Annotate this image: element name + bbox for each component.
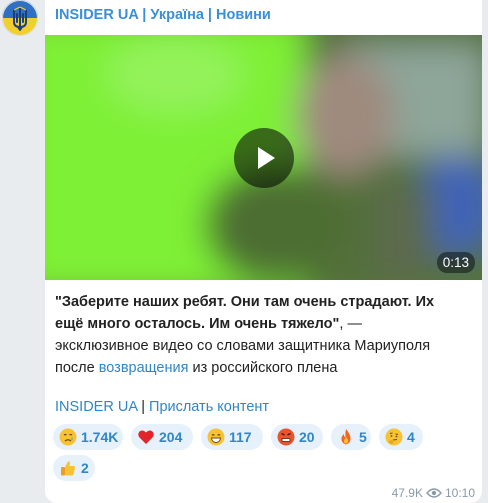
message-bubble: INSIDER UA | Україна | Новини 0:13 "Забе… [45,0,482,503]
reaction-angry[interactable]: 20 [271,424,323,450]
reaction-count: 20 [299,429,315,445]
reaction-count: 1.74K [81,429,119,445]
view-count: 47.9K [391,486,423,500]
reaction-count: 5 [359,429,367,445]
reaction-thinking[interactable]: 4 [379,424,423,450]
reaction-thumbs-up[interactable]: 2 [53,455,95,481]
grinning-face-icon [207,428,225,446]
caption-quote: "Заберите наших ребят. Они там очень стр… [55,294,435,332]
trident-flag-icon [2,0,38,36]
message-meta: 47.9K 10:10 [392,486,475,500]
link-separator: | [137,399,150,415]
angry-face-icon [277,428,295,446]
play-button[interactable] [234,128,294,188]
red-heart-icon [138,430,154,444]
reaction-heart[interactable]: 204 [131,424,193,450]
channel-name[interactable]: INSIDER UA | Україна | Новини [55,7,271,23]
submit-content-link[interactable]: Прислать контент [149,399,269,415]
reaction-fire[interactable]: 5 [331,424,371,450]
crying-face-icon [59,428,77,446]
message-time: 10:10 [444,486,475,500]
video-duration: 0:13 [436,252,475,273]
return-link[interactable]: возвращения [99,360,189,376]
play-icon [258,147,275,169]
video-player[interactable]: 0:13 [45,35,482,280]
reaction-count: 204 [159,429,183,445]
channel-link[interactable]: INSIDER UA [55,399,137,415]
reaction-count: 2 [81,460,89,476]
thinking-face-icon [385,428,403,446]
eye-icon [426,488,442,498]
fire-icon [341,429,351,445]
caption-text-end: из российского плена [188,360,338,376]
reaction-grinning[interactable]: 117 [201,424,263,450]
channel-avatar[interactable] [2,0,38,36]
footer-links: INSIDER UA | Прислать контент [55,397,269,417]
reaction-crying[interactable]: 1.74K [53,424,123,450]
reaction-count: 117 [229,429,252,445]
thumbs-up-icon [61,461,76,476]
reaction-count: 4 [407,429,415,445]
message-caption: "Заберите наших ребят. Они там очень стр… [55,291,455,379]
